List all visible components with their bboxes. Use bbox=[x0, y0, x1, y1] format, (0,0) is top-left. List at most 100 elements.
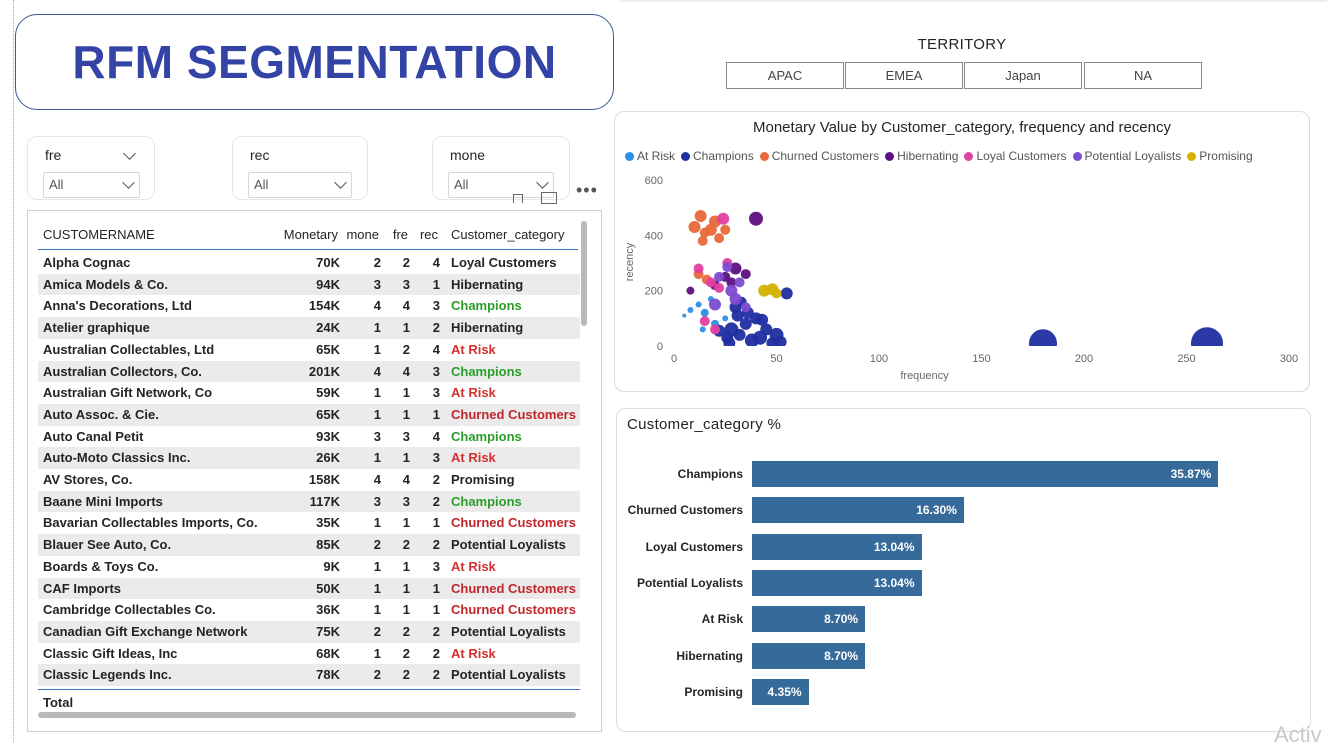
scatter-point[interactable] bbox=[731, 309, 744, 322]
scatter-point[interactable] bbox=[740, 302, 751, 313]
bar[interactable]: 8.70% bbox=[752, 606, 866, 633]
cell-monetary: 75K bbox=[316, 623, 340, 639]
scatter-point[interactable] bbox=[749, 211, 763, 226]
territory-option-apac[interactable]: APAC bbox=[726, 62, 844, 89]
slicer-rec-dropdown[interactable]: All bbox=[248, 172, 352, 198]
scatter-point[interactable] bbox=[1191, 327, 1223, 359]
table-row[interactable]: Australian Collectables, Ltd 65K 1 2 4 At Ris… bbox=[38, 339, 580, 361]
table-row[interactable]: Alpha Cognac 70K 2 2 4 Loyal Customers bbox=[38, 252, 580, 274]
bar-category-label: Promising bbox=[684, 684, 743, 699]
slicer-rec[interactable]: rec All bbox=[232, 136, 368, 200]
cell-customer-category: Champions bbox=[451, 428, 522, 444]
table-row[interactable]: Amica Models & Co. 94K 3 3 1 Hibernating bbox=[38, 273, 580, 296]
scatter-point[interactable] bbox=[697, 235, 708, 246]
scatter-point[interactable] bbox=[710, 324, 720, 335]
bar-category-label: Churned Customers bbox=[627, 503, 743, 518]
scatter-point[interactable] bbox=[722, 315, 729, 322]
scatter-point[interactable] bbox=[771, 288, 782, 299]
scatter-point[interactable] bbox=[729, 292, 742, 305]
territory-option-na[interactable]: NA bbox=[1084, 62, 1202, 89]
cell-customer-category: Churned Customers bbox=[451, 515, 576, 531]
vertical-scrollbar[interactable] bbox=[581, 221, 587, 326]
scatter-point[interactable] bbox=[695, 301, 702, 308]
chevron-down-icon[interactable] bbox=[123, 145, 136, 161]
pin-icon[interactable] bbox=[513, 194, 523, 203]
scatter-point[interactable] bbox=[693, 263, 704, 274]
scatter-point[interactable] bbox=[733, 328, 746, 341]
scatter-point[interactable] bbox=[709, 298, 721, 311]
cell-mone: 2 bbox=[373, 255, 381, 270]
bar-chart-card: Customer_category % Champions 35.87% Churn… bbox=[616, 408, 1311, 732]
scatter-point[interactable] bbox=[686, 286, 695, 295]
table-row[interactable]: Classic Legends Inc. 78K 2 2 2 Potential Loya… bbox=[38, 664, 580, 686]
scatter-point[interactable] bbox=[722, 262, 733, 273]
table-row[interactable]: Auto Canal Petit 93K 3 3 4 Champions bbox=[38, 426, 580, 448]
table-row[interactable]: CAF Imports 50K 1 1 1 Churned Customers bbox=[38, 577, 580, 600]
territory-option-japan[interactable]: Japan bbox=[964, 62, 1082, 89]
x-tick-label: 0 bbox=[671, 353, 677, 365]
slicer-mone-value: All bbox=[454, 177, 469, 192]
scatter-point[interactable] bbox=[714, 282, 725, 293]
scatter-point[interactable] bbox=[1029, 329, 1057, 357]
focus-mode-icon[interactable] bbox=[541, 192, 557, 204]
scatter-point[interactable] bbox=[740, 269, 751, 280]
scatter-point[interactable] bbox=[780, 287, 793, 300]
table-row[interactable]: Auto Assoc. & Cie. 65K 1 1 1 Churned Customer… bbox=[38, 403, 580, 426]
table-row[interactable]: Classic Gift Ideas, Inc 68K 1 2 2 At Risk bbox=[38, 643, 580, 665]
cell-mone: 4 bbox=[373, 363, 381, 379]
table-row[interactable]: Baane Mini Imports 117K 3 3 2 Champions bbox=[38, 490, 580, 513]
table-row[interactable]: Boards & Toys Co. 9K 1 1 3 At Risk bbox=[38, 556, 580, 578]
scatter-point[interactable] bbox=[720, 224, 731, 235]
table-row[interactable]: Canadian Gift Exchange Network 75K 2 2 2 Pote… bbox=[38, 620, 580, 643]
bar[interactable]: 13.04% bbox=[752, 533, 922, 560]
bar[interactable]: 13.04% bbox=[752, 569, 922, 596]
table-row[interactable]: Atelier graphique 24K 1 1 2 Hibernating bbox=[38, 317, 580, 339]
cell-fre: 1 bbox=[402, 385, 410, 401]
table-row[interactable]: Australian Gift Network, Co 59K 1 1 3 At Risk bbox=[38, 382, 580, 404]
scatter-point[interactable] bbox=[700, 308, 709, 317]
cell-customername: Cambridge Collectables Co. bbox=[43, 602, 216, 618]
scatter-point[interactable] bbox=[714, 233, 725, 244]
table-row[interactable]: Blauer See Auto, Co. 85K 2 2 2 Potential Loya… bbox=[38, 534, 580, 556]
header-customername[interactable]: CUSTOMERNAME bbox=[43, 227, 155, 242]
scatter-point[interactable] bbox=[705, 277, 716, 288]
table-row[interactable]: Cambridge Collectables Co. 36K 1 1 1 Churned … bbox=[38, 599, 580, 621]
bar-chart-title: Customer_category % bbox=[627, 416, 782, 433]
bar[interactable]: 16.30% bbox=[752, 497, 964, 524]
slicer-fre[interactable]: fre All bbox=[27, 136, 155, 200]
header-monetary[interactable]: Monetary bbox=[284, 227, 338, 242]
y-tick-label: 400 bbox=[645, 230, 663, 242]
header-customer-category[interactable]: Customer_category bbox=[451, 227, 564, 242]
scatter-point[interactable] bbox=[717, 212, 730, 225]
horizontal-scrollbar[interactable] bbox=[38, 712, 576, 718]
x-tick-label: 200 bbox=[1075, 353, 1093, 365]
table-row[interactable]: Anna's Decorations, Ltd 154K 4 4 3 Champions bbox=[38, 295, 580, 317]
scatter-point[interactable] bbox=[687, 307, 694, 314]
header-fre[interactable]: fre bbox=[393, 227, 408, 242]
cell-mone: 4 bbox=[373, 298, 381, 314]
table-row[interactable]: AV Stores, Co. 158K 4 4 2 Promising bbox=[38, 469, 580, 491]
scatter-point[interactable] bbox=[699, 326, 706, 333]
table-row[interactable]: Bavarian Collectables Imports, Co. 35K 1 1 1… bbox=[38, 512, 580, 534]
header-rec[interactable]: rec bbox=[420, 227, 438, 242]
cell-customer-category: At Risk bbox=[451, 558, 496, 574]
slicer-fre-dropdown[interactable]: All bbox=[43, 172, 140, 198]
bar[interactable]: 8.70% bbox=[752, 642, 866, 669]
table-row[interactable]: Auto-Moto Classics Inc. 26K 1 1 3 At Risk bbox=[38, 447, 580, 469]
scatter-point[interactable] bbox=[682, 313, 687, 318]
more-options-icon[interactable]: ••• bbox=[576, 180, 598, 201]
scatter-point[interactable] bbox=[699, 316, 710, 327]
bar[interactable]: 4.35% bbox=[752, 678, 809, 705]
scatter-point[interactable] bbox=[694, 209, 707, 222]
scatter-point[interactable] bbox=[688, 221, 701, 234]
scatter-point[interactable] bbox=[756, 313, 769, 326]
header-mone[interactable]: mone bbox=[346, 227, 379, 242]
table-row[interactable]: Australian Collectors, Co. 201K 4 4 3 Champio… bbox=[38, 360, 580, 383]
bar[interactable]: 35.87% bbox=[752, 461, 1219, 487]
cell-fre: 3 bbox=[402, 493, 410, 509]
scatter-point[interactable] bbox=[714, 271, 725, 282]
scatter-point[interactable] bbox=[734, 277, 745, 288]
territory-option-emea[interactable]: EMEA bbox=[845, 62, 963, 89]
scatter-point[interactable] bbox=[774, 335, 787, 348]
scatter-point[interactable] bbox=[723, 337, 736, 349]
